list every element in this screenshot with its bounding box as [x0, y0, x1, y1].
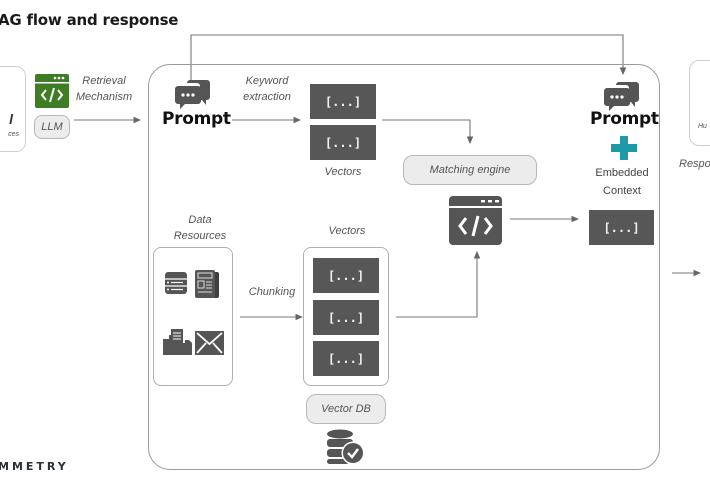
retrieval-mechanism-label: Retrieval Mechanism	[72, 73, 136, 105]
doc-vector-1: [...]	[313, 258, 379, 293]
query-vector-2: [...]	[310, 125, 376, 160]
code-window-icon	[449, 196, 502, 245]
data-resources-line1: Data	[188, 214, 212, 226]
human-response-card: Hu	[689, 60, 710, 146]
inbox-tray-icon	[163, 329, 193, 355]
keyword-label-line1: Keyword	[245, 75, 289, 87]
doc-vectors-caption: Vectors	[328, 225, 366, 237]
chat-bubbles-icon	[175, 78, 211, 110]
chunking-label: Chunking	[248, 286, 296, 298]
database-list-icon	[165, 272, 189, 296]
context-vector: [...]	[589, 210, 654, 245]
database-check-icon	[327, 429, 365, 465]
chat-bubbles-icon	[604, 80, 640, 112]
data-resources-label: Data Resources	[160, 212, 240, 244]
plus-icon	[611, 136, 637, 160]
human-response-card-text: Hu	[698, 123, 707, 130]
prompt-output-label: Prompt	[590, 109, 659, 129]
query-vector-1: [...]	[310, 84, 376, 119]
llm-badge: LLM	[34, 115, 70, 139]
data-resources-box	[153, 247, 233, 386]
keyword-label-line2: extraction	[243, 91, 291, 103]
retrieval-label-line1: Retrieval	[82, 75, 126, 87]
retrieval-label-line2: Mechanism	[75, 91, 133, 103]
embedded-context-label: Embedded Context	[586, 164, 658, 200]
vector-db-pill: Vector DB	[306, 394, 386, 424]
doc-vector-2: [...]	[313, 300, 379, 335]
response-label: Respo	[679, 158, 710, 170]
data-sources-card-subtext: ces	[8, 131, 19, 138]
keyword-extraction-label: Keyword extraction	[236, 73, 298, 105]
retrieval-mechanism-icon	[35, 74, 69, 108]
doc-vector-3: [...]	[313, 341, 379, 376]
embedded-context-line1: Embedded	[595, 167, 649, 179]
matching-engine-pill: Matching engine	[403, 155, 537, 185]
data-resources-line2: Resources	[173, 230, 227, 242]
data-sources-card-text: l	[9, 111, 13, 127]
newspaper-icon	[195, 270, 221, 300]
query-vectors-caption: Vectors	[324, 166, 362, 178]
prompt-input-label: Prompt	[162, 109, 231, 129]
data-sources-card: l ces	[0, 66, 26, 152]
embedded-context-line2: Context	[603, 185, 641, 197]
envelope-icon	[195, 331, 224, 355]
